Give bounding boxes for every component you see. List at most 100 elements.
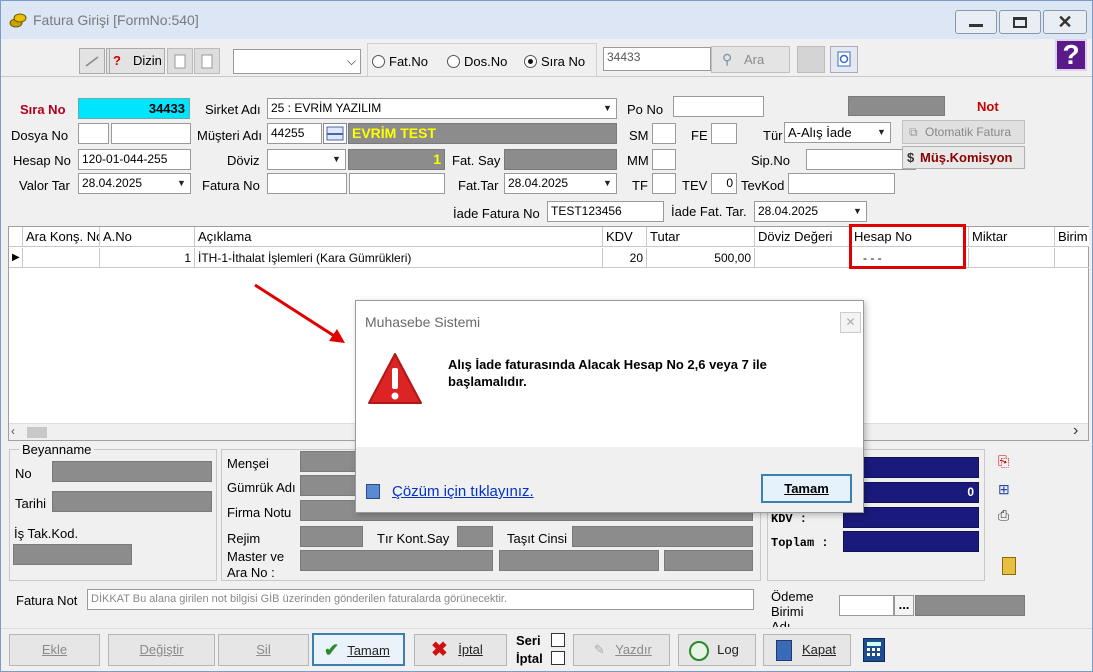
print-small-icon[interactable]: ⎙ [998, 507, 1009, 524]
log-button[interactable]: Log [678, 634, 756, 666]
cell-doviz-degeri[interactable] [755, 248, 851, 268]
hesap-no-highlight [849, 224, 966, 269]
dizin-button[interactable]: ? Dizin [109, 48, 165, 74]
dialog-close-button[interactable]: ✕ [840, 312, 861, 333]
scroll-right-icon[interactable]: › [1073, 422, 1078, 440]
maximize-button[interactable] [999, 10, 1041, 34]
col-tutar[interactable]: Tutar [647, 227, 755, 247]
musteri-code-field[interactable]: 44255 [267, 123, 322, 144]
maximize-icon [1013, 17, 1027, 28]
toplam-field [843, 531, 979, 552]
dosya-no-field-2[interactable] [111, 123, 191, 144]
copy-icon: ⧉ [909, 125, 918, 139]
sira-no-field[interactable]: 34433 [78, 98, 190, 119]
tf-field[interactable] [652, 173, 676, 194]
iade-fatura-no-field[interactable]: TEST123456 [547, 201, 664, 222]
doviz-select[interactable]: ▼ [267, 149, 346, 170]
ekle-button[interactable]: Ekle [9, 634, 100, 666]
fatura-girisi-window: Fatura Girişi [FormNo:540] ✕ ? Dizin ⌵ F… [0, 0, 1093, 672]
tevkod-field[interactable] [788, 173, 895, 194]
customer-lookup-button[interactable] [323, 123, 347, 144]
calculator-icon[interactable] [863, 638, 885, 662]
beyanname-no-field [52, 461, 212, 482]
scroll-left-icon[interactable]: ‹ [11, 424, 15, 438]
col-doviz-degeri[interactable]: Döviz Değeri [755, 227, 851, 247]
degistir-button[interactable]: Değiştir [108, 634, 215, 666]
row-pointer-icon: ▶ [9, 248, 23, 268]
scroll-thumb[interactable] [27, 427, 47, 438]
cell-aciklama[interactable]: İTH-1-İthalat İşlemleri (Kara Gümrükleri… [195, 248, 603, 268]
iptal-checkbox[interactable] [551, 651, 565, 665]
iptal-button[interactable]: ✖ İptal [414, 634, 507, 666]
radio-fat-no[interactable]: Fat.No [372, 54, 428, 69]
odeme-lookup-button[interactable]: ... [894, 595, 914, 616]
nav-next-button[interactable] [167, 48, 193, 74]
select-icon[interactable]: ⊞ [998, 481, 1010, 498]
iade-fat-tar-field[interactable]: 28.04.2025 ▼ [754, 201, 867, 222]
tf-label: TF [632, 178, 648, 193]
help-icon[interactable]: ? [1055, 39, 1087, 71]
nav-last-button[interactable] [194, 48, 220, 74]
cell-ara-kons-no[interactable] [23, 248, 100, 268]
cell-kdv[interactable]: 20 [603, 248, 647, 268]
dosya-no-field-1[interactable] [78, 123, 109, 144]
help-link[interactable]: Çözüm için tıklayınız. [392, 483, 534, 500]
kapat-button[interactable]: Kapat [763, 634, 851, 666]
refresh-doc-icon [837, 51, 851, 67]
valor-tar-field[interactable]: 28.04.2025 ▼ [78, 173, 191, 194]
cell-tutar[interactable]: 500,00 [647, 248, 755, 268]
rejim-field [300, 526, 363, 547]
col-ara-kons-no[interactable]: Ara Konş. No [23, 227, 100, 247]
print-icon: ✎ [594, 642, 605, 657]
fatura-no-field-1[interactable] [267, 173, 347, 194]
cell-a-no[interactable]: 1 [100, 248, 195, 268]
fat-say-label: Fat. Say [452, 153, 501, 168]
fatura-not-field[interactable]: DİKKAT Bu alana girilen not bilgisi GİB … [87, 589, 754, 610]
sm-field[interactable] [652, 123, 676, 144]
refresh-button[interactable] [830, 46, 858, 73]
mm-field[interactable] [652, 149, 676, 170]
yazdir-button[interactable]: ✎ Yazdır [573, 634, 670, 666]
tev-field[interactable]: 0 [711, 173, 737, 194]
seri-checkbox[interactable] [551, 633, 565, 647]
close-button[interactable]: ✕ [1043, 10, 1087, 34]
search-input[interactable]: 34433 [603, 47, 711, 71]
radio-dos-no[interactable]: Dos.No [447, 54, 507, 69]
blank-tool-button[interactable] [797, 46, 825, 73]
kdv-total-label: KDV : [771, 512, 808, 526]
beyanname-no-label: No [15, 466, 32, 481]
col-a-no[interactable]: A.No [100, 227, 195, 247]
hesap-no-field[interactable]: 120-01-044-255 [78, 149, 191, 170]
mus-komisyon-button[interactable]: $ Müş.Komisyon [902, 146, 1025, 169]
odeme-birimi-field[interactable] [839, 595, 894, 616]
fatura-no-field-2[interactable] [349, 173, 445, 194]
search-button[interactable]: ⚲ Ara [711, 46, 790, 73]
minimize-button[interactable] [955, 10, 997, 34]
col-birim[interactable]: Birim [1055, 227, 1089, 247]
nav-first-button[interactable] [79, 48, 105, 74]
cell-birim[interactable] [1055, 248, 1089, 268]
ledger-icon[interactable] [1002, 557, 1016, 575]
po-no-field[interactable] [673, 96, 764, 117]
add-doc-icon[interactable]: ⎘ [998, 453, 1009, 470]
col-aciklama[interactable]: Açıklama [195, 227, 603, 247]
tasit-cinsi-label: Taşıt Cinsi [507, 531, 567, 546]
doviz-label: Döviz [227, 153, 260, 168]
fe-field[interactable] [711, 123, 737, 144]
tur-select[interactable]: A-Alış İade ▼ [784, 122, 891, 143]
radio-sira-no[interactable]: Sıra No [524, 54, 585, 69]
fat-tar-field[interactable]: 28.04.2025 ▼ [504, 173, 617, 194]
col-kdv[interactable]: KDV [603, 227, 647, 247]
tamam-button[interactable]: ✔ Tamam [312, 633, 405, 666]
otomatik-fatura-button[interactable]: ⧉ Otomatik Fatura [902, 120, 1025, 144]
cell-miktar[interactable] [969, 248, 1055, 268]
nav-first-icon [85, 56, 99, 67]
x-icon: ✖ [431, 639, 448, 661]
col-miktar[interactable]: Miktar [969, 227, 1055, 247]
sil-button[interactable]: Sil [218, 634, 309, 666]
dialog-ok-button[interactable]: Tamam [761, 474, 852, 503]
search-type-select[interactable]: ⌵ [233, 49, 361, 74]
sirket-adi-select[interactable]: 25 : EVRİM YAZILIM ▼ [267, 98, 617, 119]
is-tak-kod-label: İş Tak.Kod. [14, 526, 79, 541]
sip-no-field[interactable] [806, 149, 916, 170]
